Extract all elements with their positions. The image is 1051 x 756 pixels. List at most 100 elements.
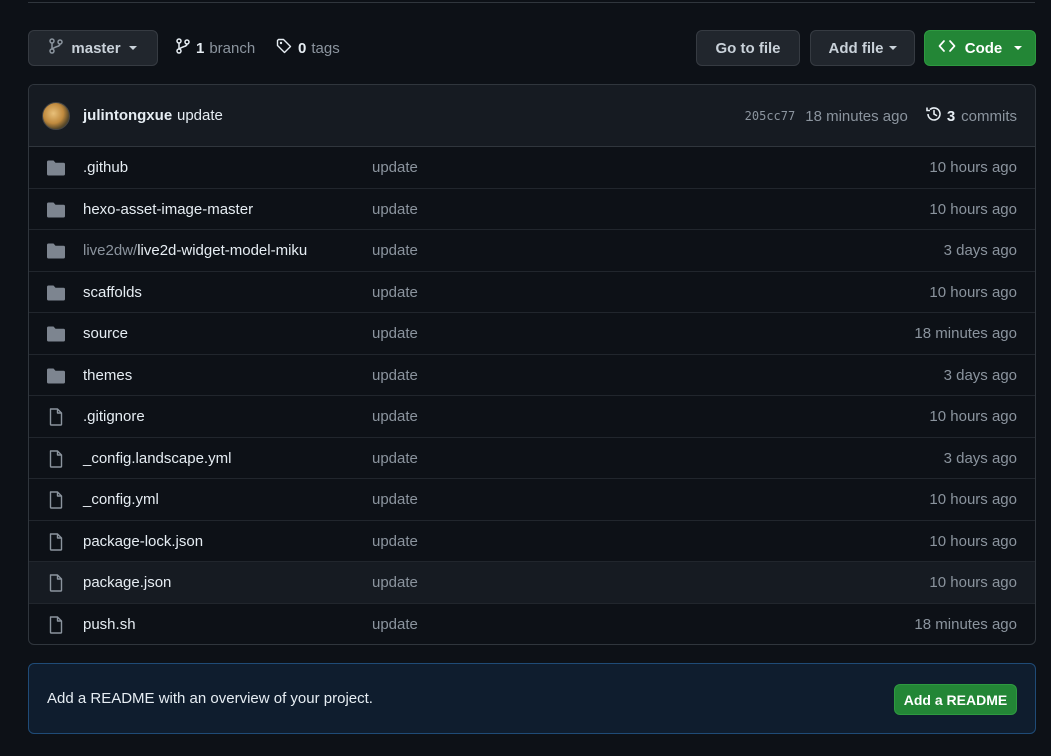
folder-icon [46,159,66,177]
file-commit-age: 10 hours ago [929,200,1017,218]
file-row[interactable]: .github update 10 hours ago [29,147,1035,189]
file-row[interactable]: _config.landscape.yml update 3 days ago [29,438,1035,479]
folder-icon [46,201,66,219]
top-divider [28,0,1035,3]
branch-label: branch [209,39,256,57]
file-icon [46,491,66,509]
file-row[interactable]: source update 18 minutes ago [29,313,1035,355]
file-commit-message-link[interactable]: update [372,284,418,301]
file-name-link[interactable]: package-lock.json [83,533,203,550]
commit-author-link[interactable]: julintongxue [83,107,172,124]
file-commit-message-link[interactable]: update [372,325,418,342]
file-commit-age: 18 minutes ago [914,325,1017,342]
file-commit-age: 10 hours ago [929,283,1017,301]
commits-history-link[interactable]: 3 commits [925,105,1017,127]
file-name[interactable]: push.sh [83,616,136,633]
file-name-link[interactable]: live2dw/live2d-widget-model-miku [83,242,307,259]
file-commit-age: 3 days ago [943,366,1017,384]
file-name-link[interactable]: themes [83,367,132,384]
file-name-link[interactable]: .github [83,159,128,176]
file-name-link[interactable]: hexo-asset-image-master [83,201,253,218]
file-commit-message-link[interactable]: update [372,450,418,467]
file-commit-age: 3 days ago [943,449,1017,467]
file-row[interactable]: .gitignore update 10 hours ago [29,396,1035,438]
file-name[interactable]: package-lock.json [83,533,203,550]
file-commit-age: 10 hours ago [929,574,1017,591]
commit-count: 3 [946,107,956,125]
file-row[interactable]: package-lock.json update 10 hours ago [29,521,1035,562]
file-row[interactable]: _config.yml update 10 hours ago [29,479,1035,521]
readme-prompt-text: Add a README with an overview of your pr… [47,690,373,707]
file-commit-message-link[interactable]: update [372,201,418,218]
file-name-link[interactable]: source [83,325,128,342]
file-browser: julintongxue update 205cc77 18 minutes a… [28,84,1036,645]
branch-name: master [71,39,121,57]
file-row[interactable]: push.sh update 18 minutes ago [29,604,1035,645]
add-file-button[interactable]: Add file [810,30,915,66]
file-commit-message-link[interactable]: update [372,159,418,176]
file-name[interactable]: live2d-widget-model-miku [137,242,307,259]
commit-message-link[interactable]: update [177,107,223,124]
file-icon [46,408,66,426]
commit-label: commits [961,107,1017,125]
file-row[interactable]: live2dw/live2d-widget-model-miku update 3 … [29,230,1035,272]
add-readme-button[interactable]: Add a README [894,684,1017,715]
git-branch-icon [49,38,64,58]
file-name[interactable]: scaffolds [83,284,142,301]
file-name[interactable]: _config.landscape.yml [83,450,231,467]
file-name-link[interactable]: .gitignore [83,408,145,425]
branches-link[interactable]: 1 branch [176,30,255,66]
commit-time[interactable]: 18 minutes ago [805,108,908,125]
file-row[interactable]: package.json update 10 hours ago [29,562,1035,604]
repo-toolbar: master 1 branch 0 tags Go to file Add fi… [28,30,1036,66]
folder-icon [46,242,66,260]
commit-sha-link[interactable]: 205cc77 [745,109,796,123]
file-commit-message-link[interactable]: update [372,574,418,591]
file-path-prefix[interactable]: live2dw/ [83,242,137,259]
file-commit-message-link[interactable]: update [372,616,418,633]
file-commit-message-link[interactable]: update [372,242,418,259]
file-name[interactable]: hexo-asset-image-master [83,201,253,218]
file-commit-message-link[interactable]: update [372,367,418,384]
branch-selector-button[interactable]: master [28,30,158,66]
caret-down-icon [1014,46,1023,50]
git-branch-icon [176,38,190,58]
commit-meta: 205cc77 18 minutes ago 3 commits [745,105,1017,127]
code-button[interactable]: Code [924,30,1036,66]
file-commit-message-link[interactable]: update [372,491,418,508]
file-row[interactable]: hexo-asset-image-master update 10 hours ag… [29,189,1035,230]
caret-down-icon [128,46,137,50]
file-name[interactable]: .github [83,159,128,176]
branch-count: 1 [196,39,205,57]
file-name-link[interactable]: _config.landscape.yml [83,450,231,467]
file-name[interactable]: themes [83,367,132,384]
file-name[interactable]: _config.yml [83,491,159,508]
folder-icon [46,367,66,385]
file-icon [46,615,66,634]
tags-link[interactable]: 0 tags [276,30,340,66]
folder-icon [46,284,66,302]
file-commit-age: 10 hours ago [929,491,1017,508]
caret-down-icon [888,46,897,50]
file-list: .github update 10 hours ago hexo-asset-imag… [29,147,1035,645]
avatar[interactable] [42,102,70,130]
tag-icon [276,38,292,58]
file-name[interactable]: package.json [83,574,171,591]
file-commit-message-link[interactable]: update [372,533,418,550]
file-name-link[interactable]: scaffolds [83,284,142,301]
file-name-link[interactable]: _config.yml [83,491,159,508]
file-commit-age: 3 days ago [943,242,1017,259]
file-row[interactable]: themes update 3 days ago [29,355,1035,396]
file-commit-message-link[interactable]: update [372,408,418,425]
file-name[interactable]: .gitignore [83,408,145,425]
file-commit-age: 10 hours ago [929,408,1017,425]
latest-commit-bar: julintongxue update 205cc77 18 minutes a… [29,85,1035,147]
file-row[interactable]: scaffolds update 10 hours ago [29,272,1035,313]
file-icon [46,449,66,468]
go-to-file-button[interactable]: Go to file [696,30,800,66]
code-label: Code [964,39,1003,57]
file-name-link[interactable]: package.json [83,574,171,591]
file-name[interactable]: source [83,325,128,342]
tag-label: tags [311,39,340,57]
file-name-link[interactable]: push.sh [83,616,136,633]
